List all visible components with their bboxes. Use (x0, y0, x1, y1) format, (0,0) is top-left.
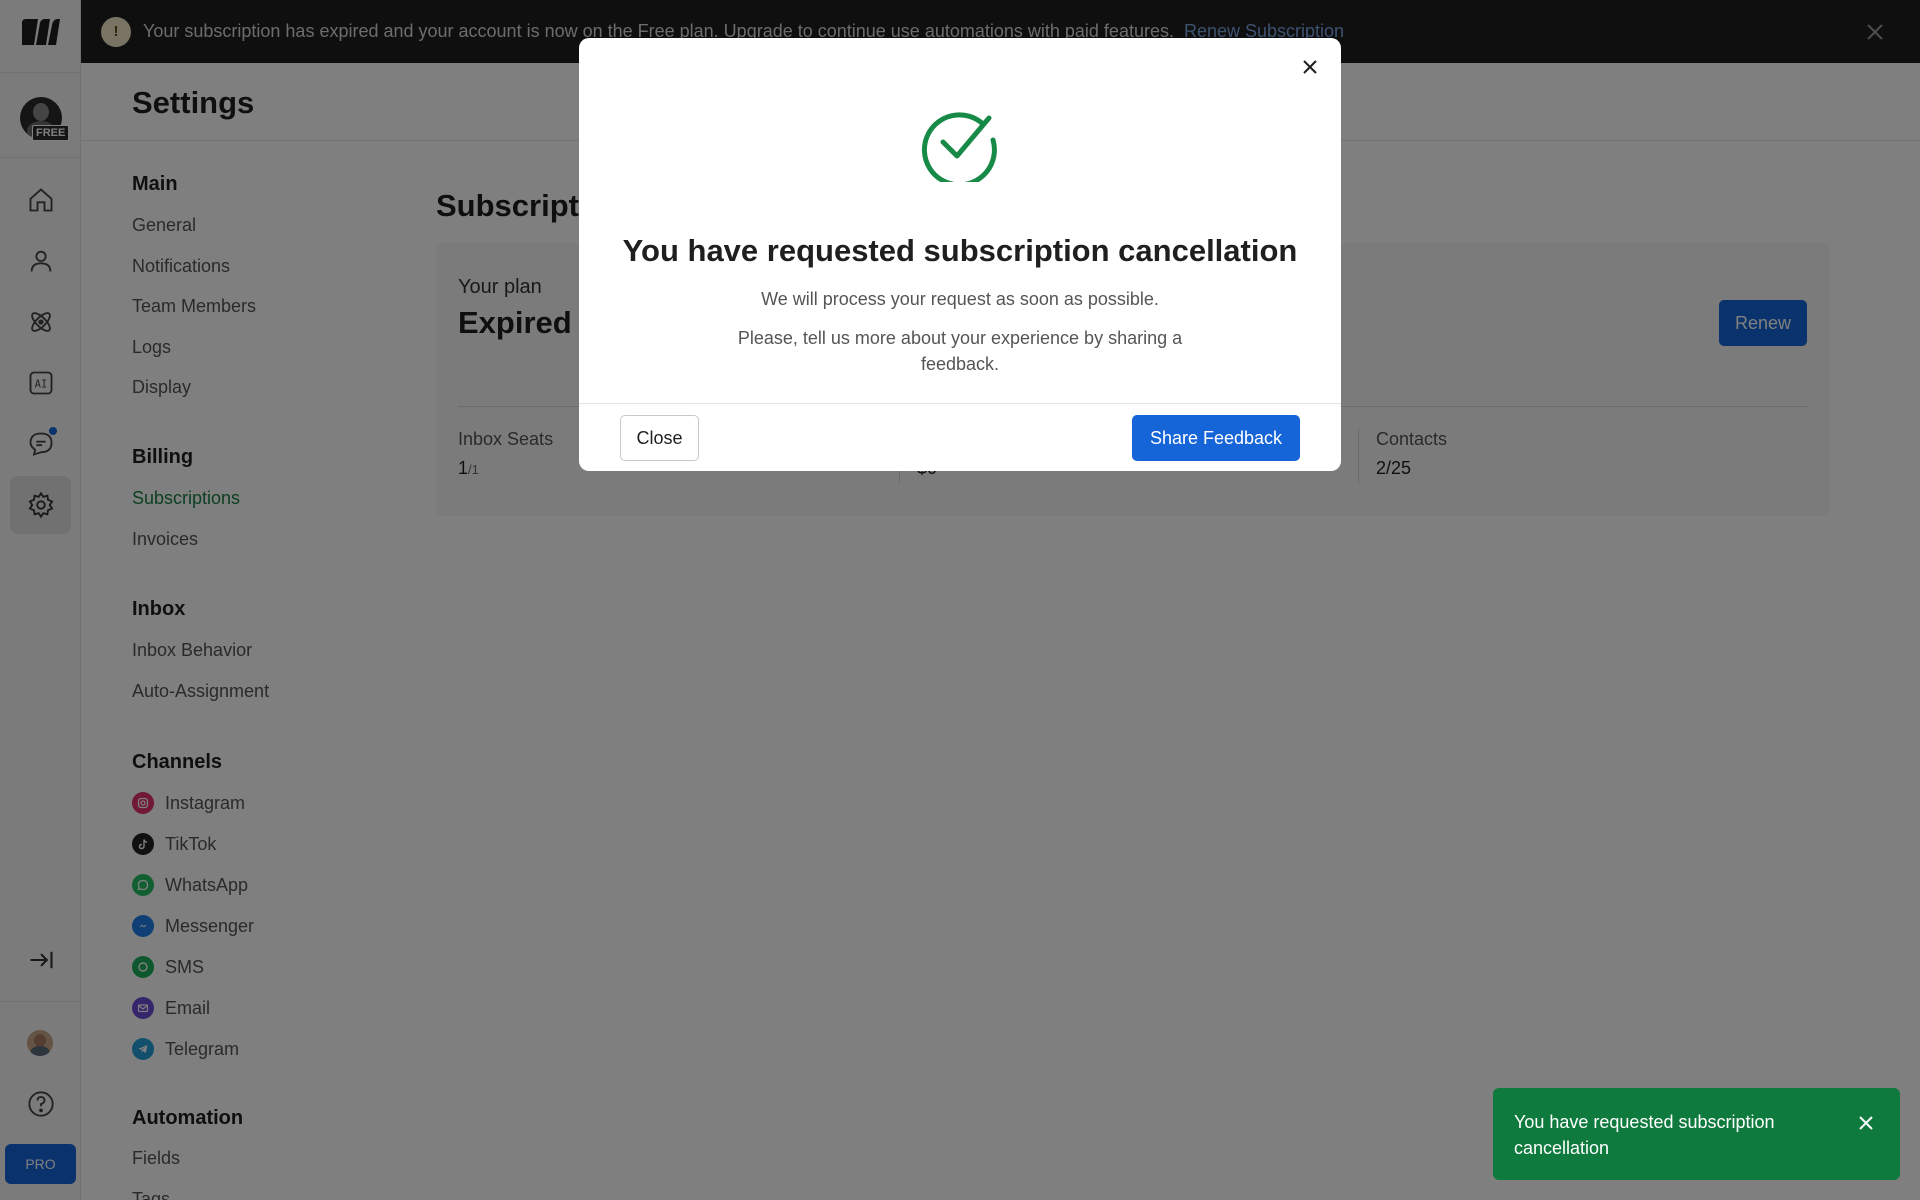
modal-title: You have requested subscription cancella… (622, 233, 1298, 268)
close-icon (1859, 1116, 1873, 1130)
close-icon (1303, 60, 1317, 74)
modal-message: We will process your request as soon as … (761, 289, 1159, 309)
toast-message: You have requested subscription cancella… (1514, 1112, 1775, 1158)
modal-close-button[interactable] (1295, 52, 1325, 82)
cancellation-modal: You have requested subscription cancella… (579, 38, 1341, 471)
close-button[interactable]: Close (620, 415, 699, 461)
success-check-icon (922, 112, 997, 182)
toast-close-button[interactable] (1854, 1111, 1878, 1135)
modal-footer: Close Share Feedback (579, 403, 1341, 471)
modal-feedback-prompt: Please, tell us more about your experien… (737, 328, 1183, 374)
success-toast: You have requested subscription cancella… (1493, 1088, 1900, 1180)
share-feedback-button[interactable]: Share Feedback (1132, 415, 1300, 461)
